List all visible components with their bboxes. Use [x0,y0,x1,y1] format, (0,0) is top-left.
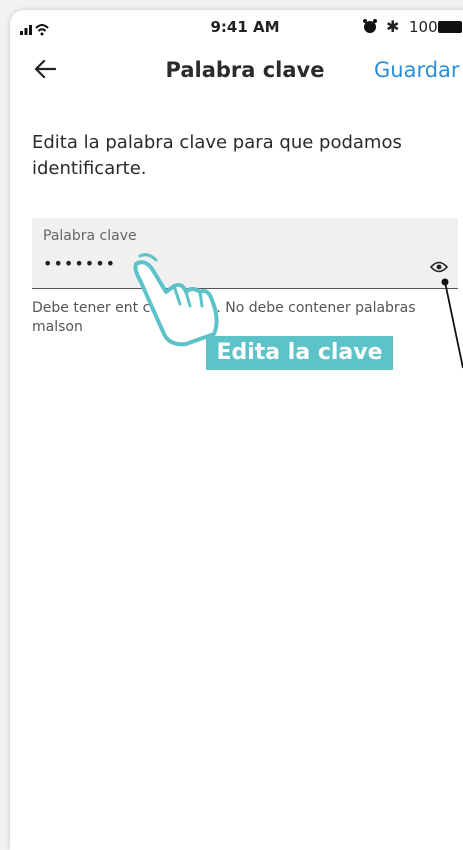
field-label: Palabra clave [43,228,137,244]
edit-key-callout: Edita la clave [206,336,393,370]
phone-screen: 9:41 AM ✱ 100 Palabra clave Guardar Edit… [10,10,463,850]
keyword-field[interactable]: Palabra clave ••••••• [32,218,458,289]
bluetooth-icon: ✱ [386,17,400,36]
eye-icon[interactable] [429,258,449,277]
intro-text: Edita la palabra clave para que podamos … [32,132,402,179]
battery-icon [438,21,462,33]
hand-pointer-icon [126,250,236,350]
keyword-input[interactable]: ••••••• [43,254,116,273]
nav-bar: Palabra clave Guardar [10,56,463,96]
alarm-icon [362,18,378,38]
helper-text: Debe tener ent caracteres. No debe conte… [32,300,416,335]
status-bar: 9:41 AM ✱ 100 [10,10,463,46]
save-button[interactable]: Guardar [374,58,460,82]
battery-percentage: 100 [409,18,438,36]
